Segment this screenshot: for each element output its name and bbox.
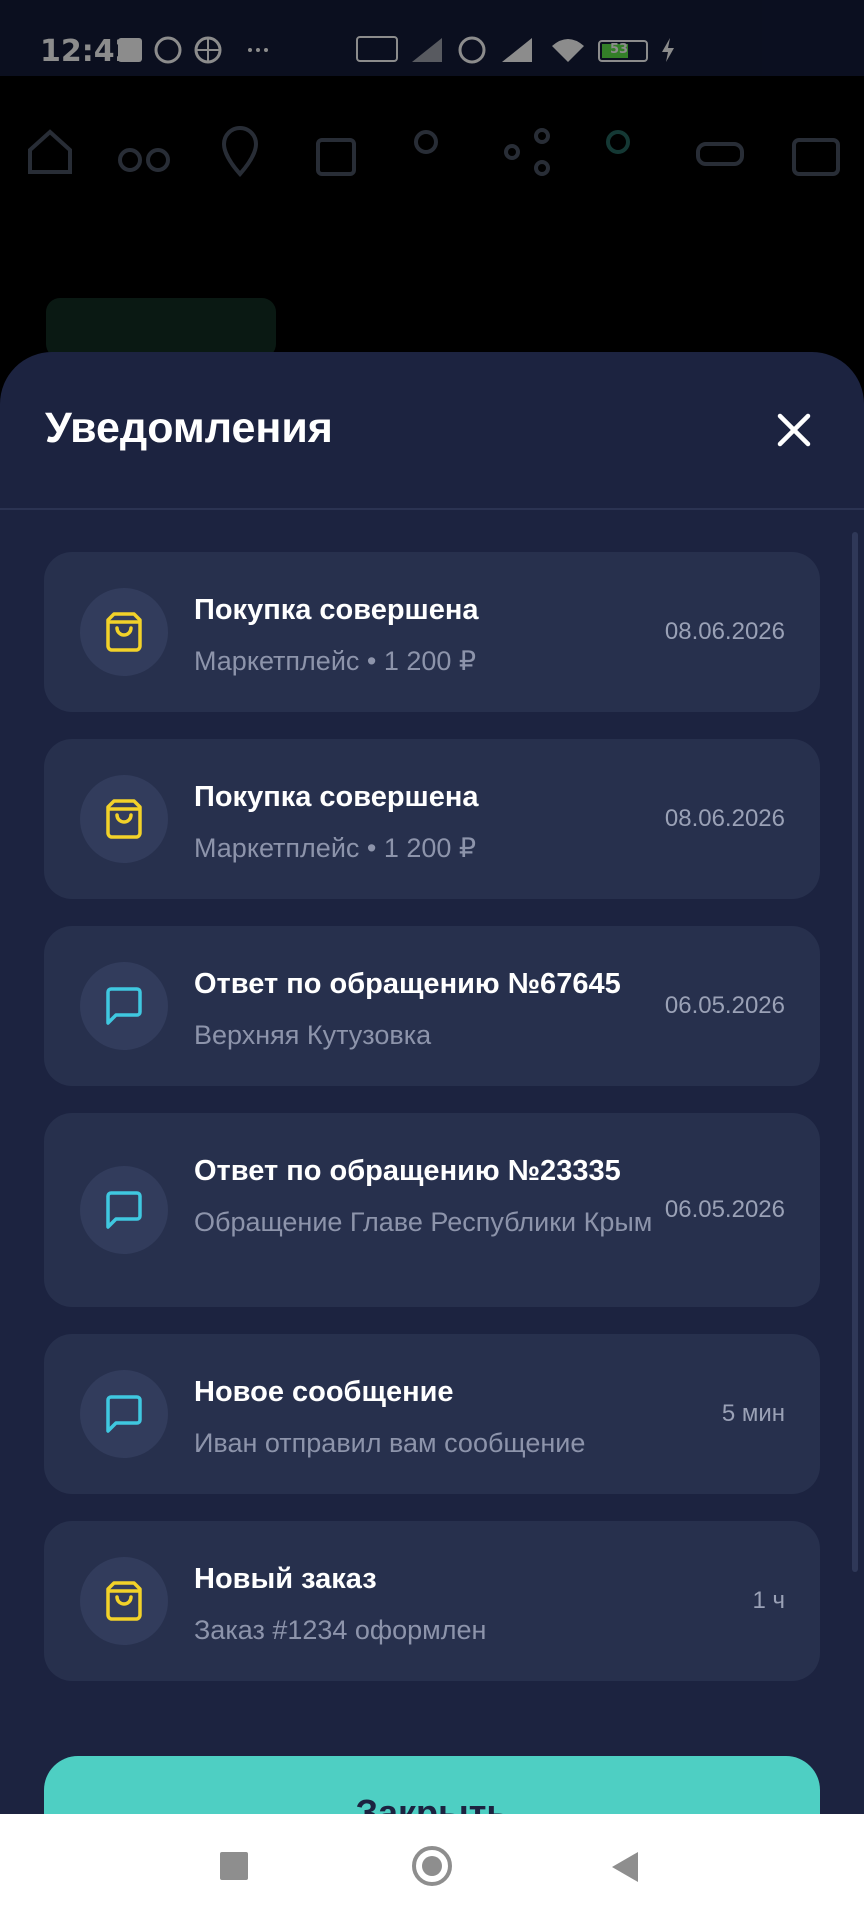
screen: 12:42 53 Уведомления Покупка совершена М…	[0, 0, 864, 1920]
recents-icon[interactable]	[220, 1852, 248, 1880]
back-icon[interactable]	[612, 1852, 638, 1882]
status-bar: 12:42 53	[0, 0, 864, 76]
car-icon	[696, 142, 744, 166]
notification-title: Ответ по обращению №23335	[194, 1155, 621, 1187]
signal-icon	[412, 38, 442, 62]
notification-card[interactable]: Покупка совершена Маркетплейс • 1 200 ₽ …	[44, 552, 820, 712]
location-pin-icon	[221, 126, 259, 178]
notification-subtitle: Обращение Главе Республики Крым	[194, 1207, 653, 1237]
sheet-header: Уведомления	[0, 352, 864, 510]
notification-date: 5 мин	[721, 1400, 785, 1427]
icon-circle	[80, 775, 168, 863]
icon-circle	[80, 1166, 168, 1254]
users-icon	[606, 130, 630, 154]
shopping-bag-icon	[106, 799, 142, 839]
background-nav-bar	[0, 110, 864, 200]
app-icon	[154, 36, 182, 64]
sheet-title: Уведомления	[45, 404, 333, 452]
notification-list[interactable]: Покупка совершена Маркетплейс • 1 200 ₽ …	[0, 510, 864, 1702]
notification-date: 1 ч	[752, 1587, 785, 1614]
notification-subtitle: Заказ #1234 оформлен	[194, 1615, 487, 1645]
battery-icon: 53	[598, 40, 648, 62]
notification-subtitle: Иван отправил вам сообщение	[194, 1428, 586, 1458]
icon-circle	[80, 1557, 168, 1645]
wifi-icon	[552, 39, 584, 62]
chat-icon	[106, 1191, 142, 1229]
chat-icon	[106, 987, 142, 1025]
user-search-icon	[414, 130, 438, 154]
notification-subtitle: Маркетплейс • 1 200 ₽	[194, 833, 477, 863]
bike-icon	[118, 148, 170, 172]
more-dots-icon	[248, 48, 268, 52]
icon-circle	[80, 1370, 168, 1458]
notification-card[interactable]: Новый заказ Заказ #1234 оформлен 1 ч	[44, 1521, 820, 1681]
home-icon	[28, 129, 72, 174]
briefcase-icon	[792, 138, 840, 176]
notification-title: Ответ по обращению №67645	[194, 968, 621, 1000]
notification-title: Покупка совершена	[194, 781, 479, 813]
close-icon[interactable]	[770, 406, 818, 454]
scrollbar[interactable]	[852, 532, 858, 1572]
notification-date: 08.06.2026	[664, 805, 785, 832]
shopping-bag-icon	[106, 1581, 142, 1621]
notification-card[interactable]: Ответ по обращению №67645 Верхняя Кутузо…	[44, 926, 820, 1086]
notification-subtitle: Верхняя Кутузовка	[194, 1020, 432, 1050]
r-icon	[458, 36, 486, 64]
chat-icon	[106, 1395, 142, 1433]
notification-subtitle: Маркетплейс • 1 200 ₽	[194, 646, 477, 676]
charging-icon	[662, 38, 674, 62]
notification-icon	[118, 38, 142, 62]
home-button-icon[interactable]	[412, 1846, 452, 1886]
notification-title: Новое сообщение	[194, 1376, 454, 1408]
notification-date: 08.06.2026	[664, 618, 785, 645]
notification-title: Новый заказ	[194, 1563, 377, 1595]
notifications-sheet: Уведомления Покупка совершена Маркетплей…	[0, 352, 864, 1822]
notification-card[interactable]: Покупка совершена Маркетплейс • 1 200 ₽ …	[44, 739, 820, 899]
icon-circle	[80, 962, 168, 1050]
background-chip	[46, 298, 276, 358]
notification-title: Покупка совершена	[194, 594, 479, 626]
system-nav-bar	[0, 1814, 864, 1920]
share-icon	[504, 128, 550, 176]
close-button[interactable]: Закрыть	[44, 1756, 820, 1822]
signal-icon	[502, 38, 532, 62]
battery-level: 53	[610, 42, 629, 57]
icon-circle	[80, 588, 168, 676]
notification-date: 06.05.2026	[664, 992, 785, 1019]
globe-icon	[194, 36, 222, 64]
notification-date: 06.05.2026	[664, 1196, 785, 1223]
notification-card[interactable]: Ответ по обращению №23335 Обращение Глав…	[44, 1113, 820, 1307]
notification-card[interactable]: Новое сообщение Иван отправил вам сообще…	[44, 1334, 820, 1494]
volte-icon	[356, 36, 398, 62]
shopping-bag-icon	[106, 612, 142, 652]
bag-icon	[316, 138, 356, 176]
